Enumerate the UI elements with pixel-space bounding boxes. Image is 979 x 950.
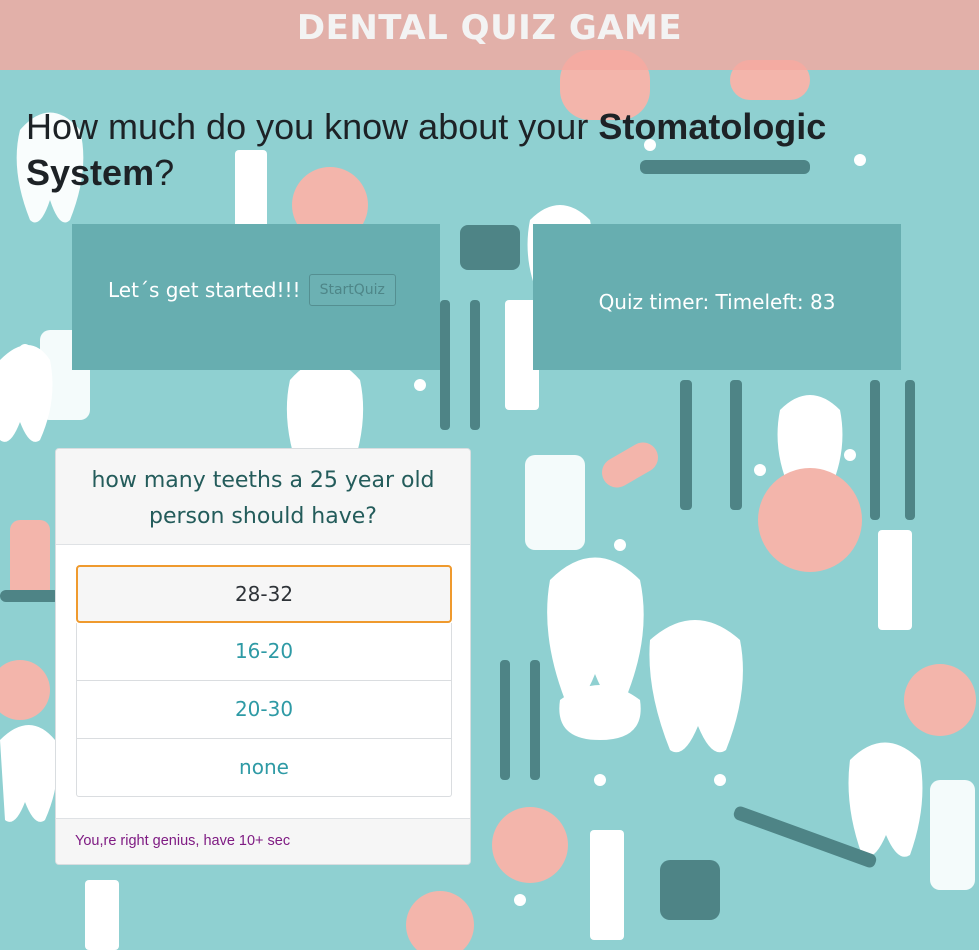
- start-label: Let´s get started!!!: [108, 278, 301, 302]
- answer-option[interactable]: 20-30: [76, 681, 452, 739]
- start-panel: Let´s get started!!! StartQuiz: [72, 224, 440, 370]
- answer-option[interactable]: 28-32: [76, 565, 452, 623]
- start-row: Let´s get started!!! StartQuiz: [108, 274, 396, 306]
- start-quiz-button[interactable]: StartQuiz: [308, 274, 396, 306]
- answer-option[interactable]: none: [76, 739, 452, 797]
- app-title: DENTAL QUIZ GAME: [296, 8, 683, 48]
- headline-prefix: How much do you know about your: [26, 106, 599, 147]
- answer-option[interactable]: 16-20: [76, 623, 452, 681]
- timer-panel: Quiz timer: Timeleft: 83: [533, 224, 901, 370]
- quiz-card-footer: You,re right genius, have 10+ sec: [56, 818, 470, 864]
- app-header: DENTAL QUIZ GAME: [0, 0, 979, 70]
- quiz-card: how many teeths a 25 year old person sho…: [55, 448, 471, 865]
- quiz-card-header: how many teeths a 25 year old person sho…: [56, 449, 470, 545]
- question-text: how many teeths a 25 year old person sho…: [91, 468, 435, 529]
- feedback-message: You,re right genius, have 10+ sec: [75, 833, 291, 849]
- quiz-timer: Quiz timer: Timeleft: 83: [598, 290, 836, 314]
- page-headline: How much do you know about your Stomatol…: [26, 104, 926, 196]
- headline-suffix: ?: [154, 152, 175, 193]
- answer-options: 28-32 16-20 20-30 none: [76, 565, 452, 797]
